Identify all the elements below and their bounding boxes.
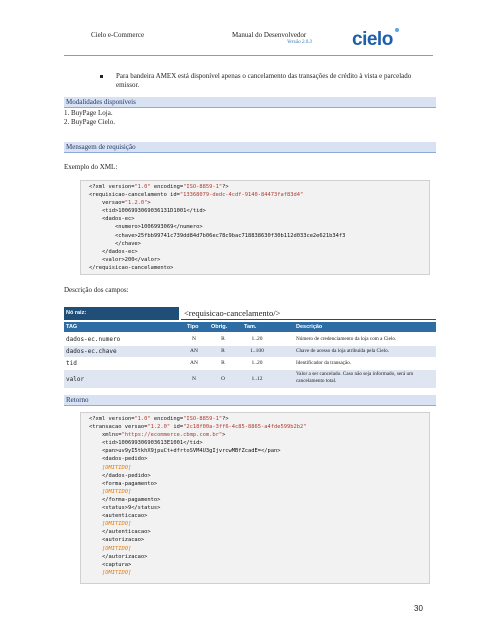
page-header: Cielo e-Commerce Manual do Desenvolvedor… — [0, 0, 495, 60]
table-row: dados-ec.numero N R 1..20 Número de credenci… — [64, 334, 436, 345]
col-descricao: Descrição — [296, 324, 323, 330]
cell-obrig: R — [221, 348, 225, 354]
fields-table: Nó raiz: <requisicao-cancelamento/> TAG … — [64, 307, 436, 391]
amex-note: Para bandeira AMEX está disponível apena… — [100, 72, 436, 90]
header-version: Versão 2.0.3 — [287, 40, 312, 45]
xml-response-line: </autenticacao> — [89, 529, 151, 536]
table-header-row: TAG Tipo Obrig. Tam. Descrição — [64, 322, 436, 332]
xml-response-line: [OMITIDO] — [101, 569, 132, 576]
fields-label: Descrição dos campos: — [64, 286, 129, 294]
cell-tam: 1..20 — [251, 360, 263, 366]
xml-response-line: <autorizacao> — [89, 537, 145, 544]
modalidade-item: 1. BuyPage Loja. — [64, 109, 113, 117]
cell-tag: tid — [66, 360, 77, 367]
cielo-logo: cielo — [352, 28, 399, 51]
cell-tipo: AN — [190, 348, 198, 354]
xml-response-line: <forma-pagamento> — [89, 480, 158, 487]
xml-request-line: </dados-ec> — [89, 248, 138, 255]
cell-descricao: Número de credenciamento da loja com a C… — [296, 336, 397, 342]
root-node-row: Nó raiz: <requisicao-cancelamento/> — [64, 307, 436, 320]
modalidade-item: 2. BuyPage Cielo. — [64, 118, 115, 126]
header-company: Cielo e-Commerce — [91, 31, 145, 39]
cell-tam: 1..12 — [251, 375, 263, 382]
xml-response-line: <?xml version="1.0" encoding="ISO-8859-1… — [89, 416, 229, 422]
page-number: 30 — [414, 604, 423, 613]
xml-request-line: <requisicao-cancelamento id="13368079-de… — [89, 192, 304, 199]
cell-descricao: Identificador da transação. — [296, 360, 352, 366]
xml-response-line: xmlns="https://ecommerce.cbmp.com.br"> — [89, 432, 226, 439]
amex-note-text: Para bandeira AMEX está disponível apena… — [116, 72, 412, 89]
xml-request-block: <?xml version="1.0" encoding="ISO-8859-1… — [80, 180, 430, 275]
col-obrig: Obrig. — [211, 324, 228, 330]
cell-obrig: R — [221, 336, 225, 342]
header-manual-title: Manual do Desenvolvedor — [232, 31, 307, 39]
xml-request-line: <dados-ec> — [89, 216, 135, 223]
xml-response-line: </dados-pedido> — [89, 472, 151, 479]
xml-response-line: </autorizacao> — [89, 553, 148, 560]
heading-retorno: Retorno — [64, 395, 436, 406]
xml-response-line: </forma-pagamento> — [89, 496, 161, 503]
xml-response-line: <tid>100699306903613E1001</tid> — [89, 440, 203, 447]
example-label: Exemplo do XML: — [64, 163, 118, 171]
xml-response-block: <?xml version="1.0" encoding="ISO-8859-1… — [80, 412, 430, 584]
xml-response-line: [OMITIDO] — [101, 521, 132, 528]
xml-response-line: <status>9</status> — [89, 505, 161, 512]
xml-response-line: <pan>uv9yI5tkhX9jpuCt+dfrtoSVM4U3gIjvrcw… — [89, 448, 281, 455]
xml-request-line: <numero>1006993069</numero> — [89, 224, 203, 231]
cell-descricao: Valor a ser cancelado. Caso não seja inf… — [296, 371, 414, 384]
col-tag: TAG — [66, 324, 78, 330]
table-row: tid AN R 1..20 Identificador da transação. — [64, 358, 436, 369]
xml-request-line: <chave>25fbb99741c739dd84d7b06ec78c9bac7… — [89, 232, 346, 239]
xml-response-line: <captura> — [89, 561, 132, 568]
xml-response-line: <dados-pedido> — [89, 456, 148, 463]
heading-modalidades: Modalidades disponíveis — [64, 97, 436, 108]
cell-tag: dados-ec.chave — [66, 348, 117, 355]
root-node-label: Nó raiz: — [64, 307, 179, 320]
col-tam: Tam. — [244, 324, 257, 330]
heading-requisicao: Mensagem de requisição — [64, 142, 436, 153]
xml-response-line: <transacao versao="1.2.0" id="2c18f00a-3… — [89, 424, 307, 431]
cell-obrig: R — [221, 360, 225, 366]
cell-obrig: O — [221, 375, 225, 382]
cell-tipo: N — [192, 336, 196, 342]
xml-request-line: <?xml version="1.0" encoding="ISO-8859-1… — [89, 184, 229, 190]
xml-request-line: <tid>1006993069036131D1001</tid> — [89, 208, 206, 215]
cell-tipo: N — [192, 375, 196, 382]
xml-request-line: </chave> — [89, 240, 141, 247]
cell-descricao: Chave de acesso da loja atribuída pela C… — [296, 348, 390, 354]
cell-tag: valor — [66, 375, 85, 383]
bullet-icon — [100, 75, 103, 78]
xml-response-line: [OMITIDO] — [101, 488, 132, 495]
cell-tam: 1..100 — [250, 348, 264, 354]
cell-tam: 1..20 — [251, 336, 263, 342]
cell-tipo: AN — [190, 360, 198, 366]
root-node-value: <requisicao-cancelamento/> — [181, 307, 436, 320]
col-tipo: Tipo — [187, 324, 199, 330]
xml-response-line: <autenticacao> — [89, 513, 148, 520]
xml-response-line: [OMITIDO] — [101, 464, 132, 471]
table-row: dados-ec.chave AN R 1..100 Chave de acesso d… — [64, 346, 436, 357]
cell-tag: dados-ec.numero — [66, 336, 121, 343]
xml-request-line: </requisicao-cancelamento> — [89, 264, 174, 271]
xml-response-line: [OMITIDO] — [101, 545, 132, 552]
table-row: valor N O 1..12 Valor a ser cancelado. Caso … — [64, 370, 436, 388]
header-divider — [64, 55, 433, 56]
xml-request-line: versao="1.2.0"> — [89, 200, 151, 207]
xml-request-line: <valor>200</valor> — [89, 256, 161, 263]
